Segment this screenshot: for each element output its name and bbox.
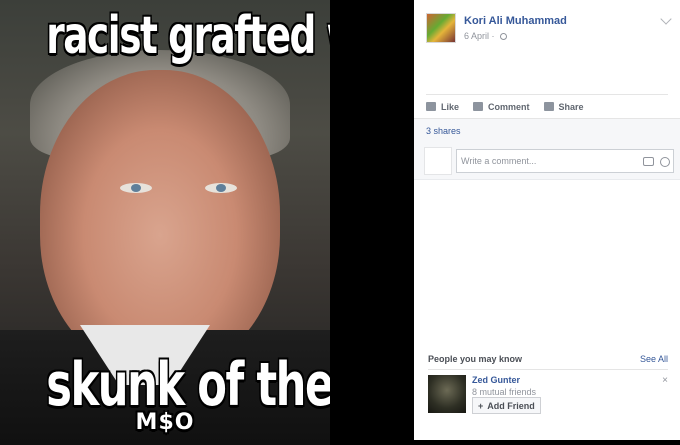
shares-count-bar: 3 shares — [414, 118, 680, 142]
post-photo[interactable]: racist grafted white devil skunk of the … — [0, 0, 330, 445]
like-button[interactable]: Like — [426, 102, 459, 112]
share-arrow-icon — [543, 102, 554, 111]
see-all-link[interactable]: See All — [640, 354, 668, 364]
comment-input-icons — [643, 157, 670, 167]
post-actions: Like Comment Share — [426, 94, 668, 118]
thumbs-up-icon — [426, 102, 436, 111]
post-header: Kori Ali Muhammad 6 April · — [414, 0, 680, 58]
camera-icon[interactable] — [643, 157, 654, 166]
meme-signature: M$O — [135, 410, 195, 435]
photo-left-eye — [120, 183, 152, 193]
person-avatar[interactable] — [428, 375, 466, 413]
comment-label: Comment — [488, 101, 530, 112]
chevron-down-icon[interactable] — [660, 13, 672, 25]
comment-composer: Write a comment... — [414, 142, 680, 180]
close-icon[interactable]: × — [662, 375, 668, 386]
pymk-person: Zed Gunter 8 mutual friends + Add Friend… — [428, 375, 668, 419]
add-friend-label: Add Friend — [487, 400, 535, 411]
comment-input[interactable]: Write a comment... — [456, 149, 674, 173]
pymk-header: People you may know See All — [428, 354, 668, 370]
share-button[interactable]: Share — [543, 101, 584, 112]
people-you-may-know: People you may know See All Zed Gunter 8… — [428, 354, 668, 419]
meta-separator: · — [491, 31, 495, 41]
person-name[interactable]: Zed Gunter — [472, 375, 520, 385]
shares-count-link[interactable]: 3 shares — [426, 126, 461, 136]
post-side-panel: Kori Ali Muhammad 6 April · Like Comment… — [414, 0, 680, 440]
emoji-icon[interactable] — [660, 157, 670, 167]
commenter-avatar — [424, 147, 452, 175]
add-friend-icon: + — [478, 400, 484, 411]
person-mutual-friends[interactable]: 8 mutual friends — [472, 387, 536, 397]
share-label: Share — [558, 101, 584, 112]
meme-top-text: racist grafted white devil — [46, 6, 330, 66]
post-date[interactable]: 6 April — [464, 31, 489, 41]
comment-icon — [473, 102, 484, 111]
photo-right-eye — [205, 183, 237, 193]
photo-viewer: racist grafted white devil skunk of the … — [0, 0, 680, 445]
post-meta: 6 April · — [464, 31, 508, 41]
comment-button[interactable]: Comment — [473, 102, 530, 112]
like-label: Like — [441, 101, 460, 112]
add-friend-button[interactable]: + Add Friend — [472, 397, 541, 414]
globe-icon[interactable] — [500, 33, 508, 40]
pymk-title: People you may know — [428, 354, 523, 364]
author-avatar[interactable] — [426, 13, 456, 43]
author-name[interactable]: Kori Ali Muhammad — [464, 15, 567, 27]
